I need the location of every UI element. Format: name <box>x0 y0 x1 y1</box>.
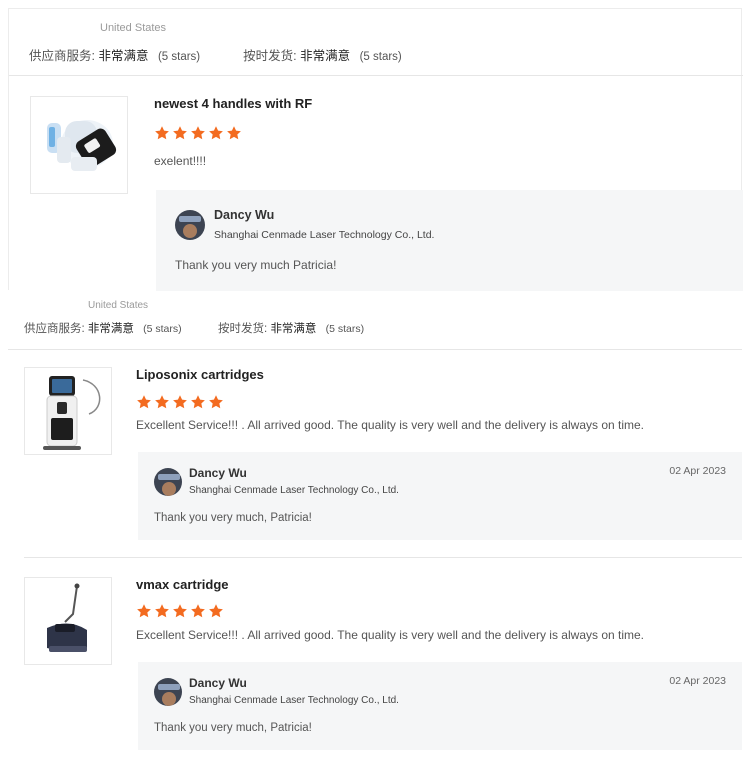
on-time-shipping-label: 按时发货: <box>218 323 268 335</box>
star-icon <box>155 126 169 140</box>
picosecond-laser-image <box>47 583 87 652</box>
divider <box>24 557 742 558</box>
star-icon <box>227 126 241 140</box>
seller-name: Dancy Wu <box>189 676 247 690</box>
seller-reply: Dancy Wu Shanghai Cenmade Laser Technolo… <box>156 190 743 291</box>
seller-avatar <box>154 678 182 706</box>
supplier-service-stars: (5 stars) <box>143 323 182 335</box>
star-icon <box>137 395 151 409</box>
divider <box>8 349 742 350</box>
seller-reply: Dancy Wu Shanghai Cenmade Laser Technolo… <box>138 662 742 750</box>
product-title[interactable]: vmax cartridge <box>136 577 229 592</box>
supplier-service-label: 供应商服务: <box>24 323 85 335</box>
liposonix-machine-image <box>43 376 101 450</box>
buyer-country: United States <box>100 22 167 34</box>
seller-company[interactable]: Shanghai Cenmade Laser Technology Co., L… <box>189 485 399 496</box>
reply-date: 02 Apr 2023 <box>669 675 726 687</box>
product-thumbnail[interactable] <box>30 96 128 194</box>
on-time-shipping-label: 按时发货: <box>243 49 297 63</box>
star-icon <box>209 395 223 409</box>
rating-summary: 供应商服务: 非常满意 (5 stars) 按时发货: 非常满意 (5 star… <box>24 320 364 336</box>
star-rating <box>136 603 224 619</box>
review-text: Excellent Service!!! . All arrived good.… <box>136 418 645 432</box>
star-icon <box>137 604 151 618</box>
star-icon <box>209 126 223 140</box>
review-text: exelent!!!! <box>154 154 207 168</box>
seller-avatar <box>154 468 182 496</box>
reply-message: Thank you very much, Patricia! <box>154 512 312 524</box>
star-icon <box>191 604 205 618</box>
reply-message: Thank you very much, Patricia! <box>154 722 312 734</box>
supplier-service-value: 非常满意 <box>98 49 149 63</box>
on-time-shipping-stars: (5 stars) <box>325 323 365 335</box>
star-rating <box>136 394 224 410</box>
product-thumbnail[interactable] <box>24 367 112 455</box>
seller-reply: Dancy Wu Shanghai Cenmade Laser Technolo… <box>138 452 742 540</box>
star-icon <box>155 604 169 618</box>
review-card-bottom: United States 供应商服务: 非常满意 (5 stars) 按时发货… <box>8 292 742 757</box>
star-icon <box>191 126 205 140</box>
supplier-service-stars: (5 stars) <box>157 51 201 63</box>
buyer-country: United States <box>88 300 149 311</box>
cryolipolysis-machine-image <box>47 120 117 171</box>
product-title[interactable]: newest 4 handles with RF <box>154 96 312 111</box>
reply-message: Thank you very much Patricia! <box>175 258 337 272</box>
seller-company[interactable]: Shanghai Cenmade Laser Technology Co., L… <box>189 695 399 706</box>
star-icon <box>209 604 223 618</box>
star-icon <box>191 395 205 409</box>
star-icon <box>173 126 187 140</box>
star-icon <box>155 395 169 409</box>
on-time-shipping-value: 非常满意 <box>300 49 351 63</box>
on-time-shipping-value: 非常满意 <box>270 323 317 335</box>
reply-date: 02 Apr 2023 <box>669 465 726 477</box>
product-title[interactable]: Liposonix cartridges <box>136 367 264 382</box>
divider <box>9 75 743 76</box>
on-time-shipping-stars: (5 stars) <box>359 51 402 63</box>
review-text: Excellent Service!!! . All arrived good.… <box>136 628 645 642</box>
rating-summary: 供应商服务: 非常满意 (5 stars) 按时发货: 非常满意 (5 star… <box>29 45 402 64</box>
supplier-service-value: 非常满意 <box>87 323 134 335</box>
product-thumbnail[interactable] <box>24 577 112 665</box>
star-icon <box>173 604 187 618</box>
seller-company[interactable]: Shanghai Cenmade Laser Technology Co., L… <box>214 229 434 241</box>
review-card-top: United States 供应商服务: 非常满意 (5 stars) 按时发货… <box>8 8 743 291</box>
star-icon <box>173 395 187 409</box>
star-rating <box>154 125 242 141</box>
supplier-service-label: 供应商服务: <box>29 49 95 63</box>
seller-name: Dancy Wu <box>189 466 247 480</box>
seller-avatar <box>175 210 205 240</box>
seller-name: Dancy Wu <box>214 208 275 222</box>
